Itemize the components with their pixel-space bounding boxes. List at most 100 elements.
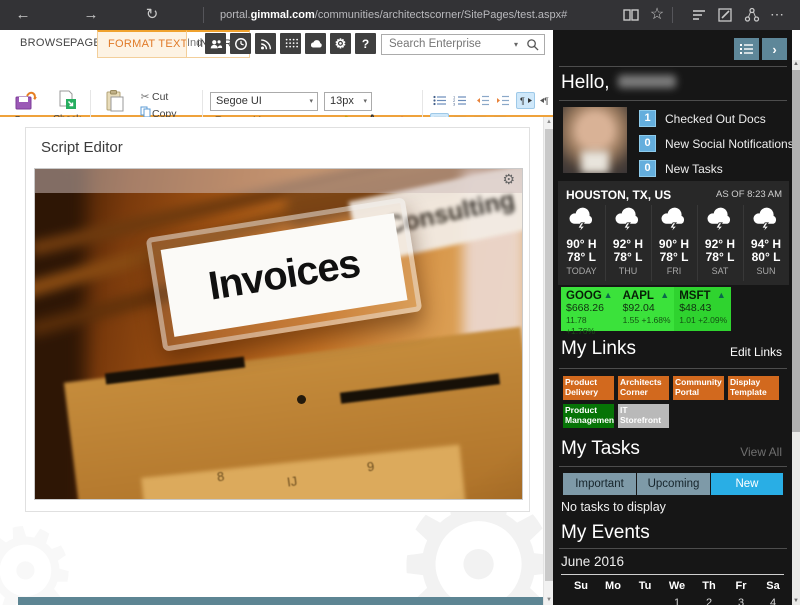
cut-button[interactable]: ✂Cut bbox=[138, 91, 168, 105]
weather-location: HOUSTON, TX, US bbox=[566, 188, 671, 202]
tab-format-text[interactable]: FORMAT TEXT bbox=[97, 30, 199, 58]
rss-icon[interactable] bbox=[255, 33, 276, 54]
cloud-icon[interactable] bbox=[305, 33, 326, 54]
bullet-list-button[interactable] bbox=[430, 92, 449, 109]
link-tile[interactable]: Product Management bbox=[563, 404, 614, 428]
decrease-indent-button[interactable] bbox=[473, 92, 492, 109]
url-prefix: portal. bbox=[220, 9, 251, 21]
page-content: ⚙ ⚙ Script Editor Consulting bbox=[0, 117, 543, 605]
personal-sidebar: › Hello, 1Checked Out Docs 0New Social N… bbox=[553, 30, 792, 605]
stat-count-badge: 0 bbox=[639, 135, 656, 152]
link-tile[interactable]: Product Delivery bbox=[563, 376, 614, 400]
sidebar-collapse-button[interactable]: › bbox=[762, 38, 787, 60]
divider bbox=[672, 7, 673, 23]
tab-upcoming[interactable]: Upcoming bbox=[637, 473, 710, 495]
sites-grid-icon[interactable] bbox=[280, 33, 301, 54]
reading-view-icon[interactable] bbox=[622, 6, 640, 24]
up-triangle-icon: ▲ bbox=[604, 290, 613, 300]
settings-gear-icon[interactable]: ⚙ bbox=[330, 33, 351, 54]
webpart-settings-gear-icon[interactable]: ⚙ bbox=[502, 172, 515, 186]
font-name-value: Segoe UI bbox=[216, 95, 262, 107]
web-note-icon[interactable] bbox=[716, 6, 734, 24]
url-path: /communities/architectscorner/SitePages/… bbox=[315, 9, 568, 21]
chevron-down-icon: ▾ bbox=[309, 93, 313, 110]
app-window: ← → ↻ portal.gimmal.com/communities/arch… bbox=[0, 0, 800, 605]
sidebar-scrollbar[interactable]: ▲ ▼ bbox=[792, 60, 800, 605]
weather-asof: AS OF 8:23 AM bbox=[716, 189, 782, 200]
address-bar[interactable]: portal.gimmal.com/communities/architects… bbox=[220, 0, 567, 30]
calendar-date[interactable]: 3 bbox=[725, 597, 757, 605]
calendar-date[interactable]: 1 bbox=[661, 597, 693, 605]
divider bbox=[559, 368, 787, 369]
scrollbar-thumb[interactable] bbox=[545, 129, 553, 581]
search-input[interactable]: Search Enterprise ▾ bbox=[381, 34, 545, 55]
left-to-right-button[interactable]: ¶ bbox=[516, 92, 535, 109]
greeting: Hello, bbox=[561, 72, 676, 94]
font-size-select[interactable]: 13px▾ bbox=[324, 92, 372, 111]
check-out-icon bbox=[56, 90, 78, 110]
divider bbox=[561, 574, 784, 575]
share-icon[interactable] bbox=[743, 6, 761, 24]
font-size-value: 13px bbox=[330, 95, 354, 107]
link-tile[interactable]: Display Template bbox=[728, 376, 779, 400]
hub-icon[interactable] bbox=[690, 6, 708, 24]
more-menu-icon[interactable]: ⋯ bbox=[766, 0, 788, 30]
paste-icon bbox=[105, 90, 125, 112]
weather-day: 90° H78° LTODAY bbox=[559, 205, 604, 281]
view-all-link[interactable]: View All bbox=[740, 445, 782, 459]
link-tile[interactable]: IT Storefront bbox=[618, 404, 669, 428]
link-tile[interactable]: Architects Corner bbox=[618, 376, 669, 400]
increase-indent-button[interactable] bbox=[493, 92, 512, 109]
divider bbox=[203, 7, 204, 23]
font-name-select[interactable]: Segoe UI ▾ bbox=[210, 92, 318, 111]
stock-item[interactable]: MSFT▲$48.431.01 +2.09% bbox=[674, 287, 731, 331]
scrollbar-thumb[interactable] bbox=[792, 70, 800, 432]
stock-item[interactable]: AAPL▲$92.041.55 +1.68% bbox=[618, 287, 675, 331]
url-domain: gimmal.com bbox=[251, 9, 315, 21]
favorites-star-icon[interactable]: ☆ bbox=[646, 0, 668, 30]
stat-label: Checked Out Docs bbox=[665, 112, 766, 126]
up-triangle-icon: ▲ bbox=[660, 290, 669, 300]
cut-icon: ✂ bbox=[138, 91, 152, 103]
link-tile[interactable]: Community Portal bbox=[673, 376, 724, 400]
chevron-down-icon[interactable]: ▾ bbox=[514, 35, 518, 54]
avatar bbox=[563, 107, 627, 173]
svg-text:¶: ¶ bbox=[544, 96, 549, 106]
script-editor-webpart: Script Editor Consulting 8 bbox=[25, 127, 530, 512]
chevron-right-icon: › bbox=[772, 42, 776, 57]
search-placeholder: Search Enterprise bbox=[389, 35, 481, 54]
stock-item[interactable]: GOOG▲$668.2611.78 +1.76% bbox=[561, 287, 618, 331]
save-icon bbox=[14, 90, 38, 110]
refresh-icon[interactable]: ↻ bbox=[141, 0, 163, 30]
scroll-down-icon[interactable]: ▼ bbox=[792, 598, 800, 604]
weather-day: 94° H80° LSUN bbox=[743, 205, 788, 281]
weather-day: 92° H78° LTHU bbox=[605, 205, 650, 281]
calendar-day-header: Sa bbox=[757, 580, 789, 592]
scroll-up-icon[interactable]: ▲ bbox=[792, 61, 800, 67]
clock-icon[interactable] bbox=[230, 33, 251, 54]
avatar-shirt bbox=[581, 151, 609, 173]
storm-cloud-icon bbox=[613, 207, 643, 233]
calendar-date[interactable]: 2 bbox=[693, 597, 725, 605]
search-icon[interactable] bbox=[526, 38, 539, 51]
numbered-list-button[interactable]: 123 bbox=[450, 92, 469, 109]
calendar-day-header: Fr bbox=[725, 580, 757, 592]
back-icon[interactable]: ← bbox=[12, 0, 34, 30]
my-events-title: My Events bbox=[561, 522, 650, 544]
cut-label: Cut bbox=[152, 91, 168, 103]
sidebar-list-button[interactable] bbox=[734, 38, 759, 60]
photo-vignette bbox=[35, 169, 522, 499]
main-scrollbar[interactable]: ▲ ▼ bbox=[543, 117, 553, 605]
calendar-date[interactable]: 4 bbox=[757, 597, 789, 605]
forward-icon[interactable]: → bbox=[80, 0, 102, 30]
people-icon[interactable] bbox=[205, 33, 226, 54]
stock-ticker-panel: GOOG▲$668.2611.78 +1.76% AAPL▲$92.041.55… bbox=[561, 287, 731, 331]
weather-day: 92° H78° LSAT bbox=[697, 205, 742, 281]
storm-cloud-icon bbox=[659, 207, 689, 233]
tab-new[interactable]: New bbox=[711, 473, 783, 495]
help-icon[interactable]: ? bbox=[355, 33, 376, 54]
bottom-accent-bar bbox=[18, 597, 543, 605]
storm-cloud-icon bbox=[751, 207, 781, 233]
edit-links-link[interactable]: Edit Links bbox=[730, 345, 782, 359]
tab-important[interactable]: Important bbox=[563, 473, 636, 495]
